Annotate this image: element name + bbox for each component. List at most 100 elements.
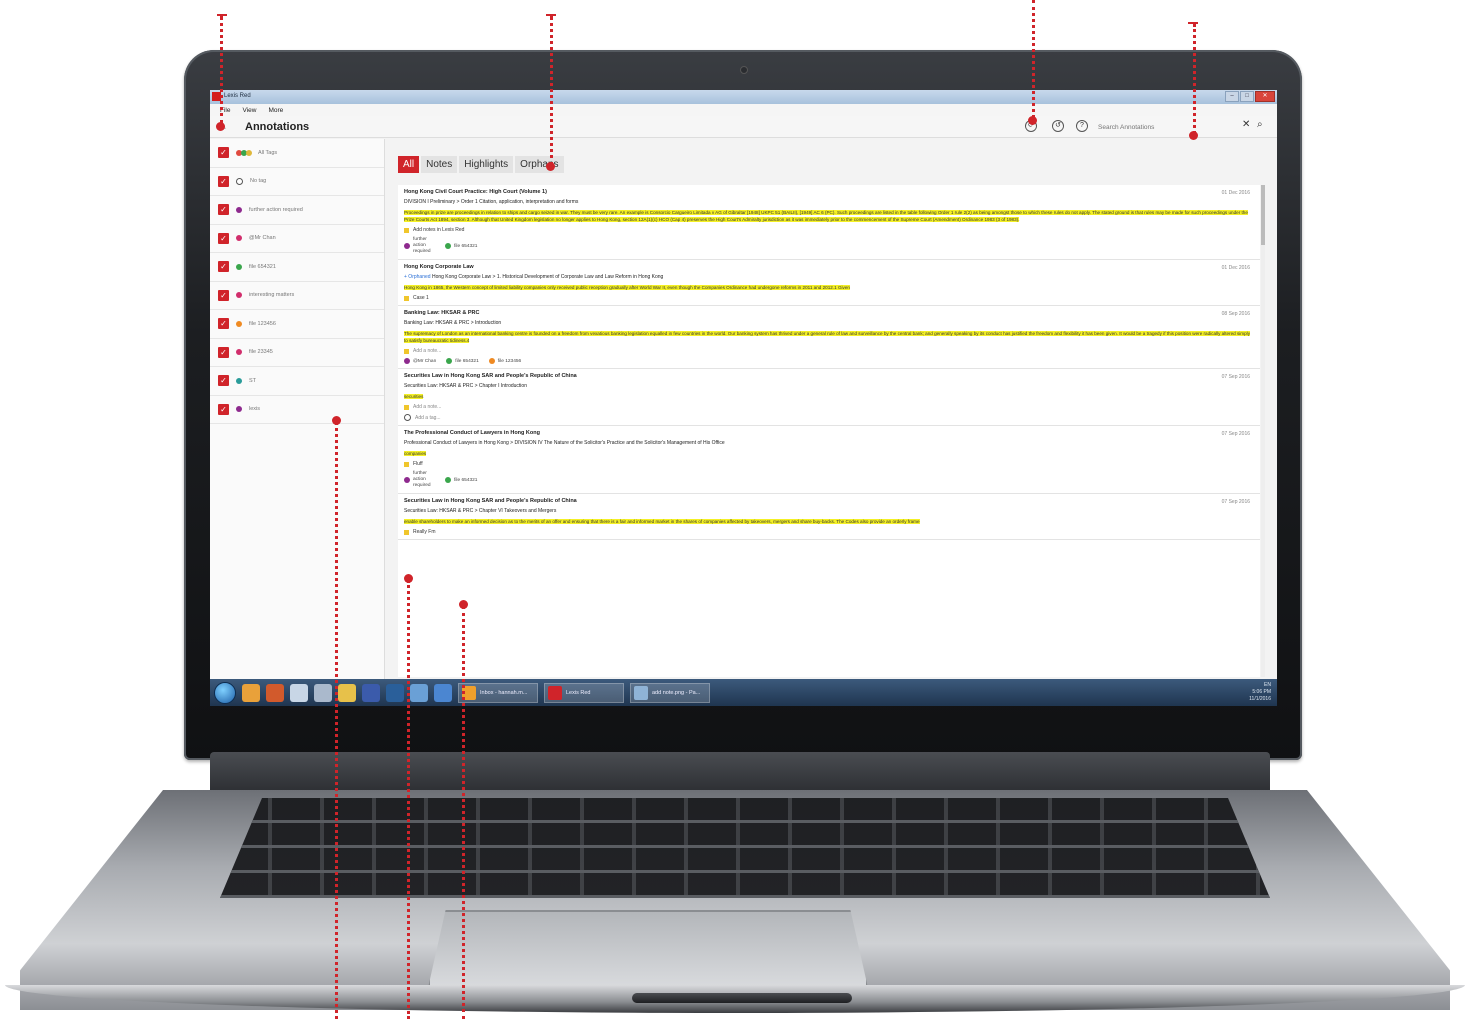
minimize-button[interactable]: –: [1225, 91, 1239, 102]
checkbox-checked[interactable]: ✓: [218, 204, 229, 216]
add-tag-row[interactable]: Add a tag...: [404, 414, 1254, 421]
tag-chip[interactable]: file 654321: [445, 477, 477, 483]
annotation-card[interactable]: Hong Kong Civil Court Practice: High Cou…: [398, 185, 1260, 260]
note-row[interactable]: Add a note...: [404, 404, 1254, 410]
highlight-text[interactable]: The supremacy of London as an internatio…: [404, 331, 1250, 343]
book-title[interactable]: The Professional Conduct of Lawyers in H…: [404, 430, 1254, 436]
checkbox-checked[interactable]: ✓: [218, 403, 229, 415]
media-player-icon[interactable]: [242, 683, 260, 702]
highlight-text[interactable]: Hong Kong in 1865, the Western concept o…: [404, 285, 850, 290]
snipping-tool-icon[interactable]: [290, 683, 308, 702]
tab-orphans[interactable]: Orphans: [515, 156, 564, 173]
note-row[interactable]: Fluff: [404, 461, 1254, 467]
menu-view[interactable]: View: [242, 107, 256, 114]
close-button[interactable]: ✕: [1255, 91, 1275, 102]
highlight-text[interactable]: companies: [404, 451, 427, 456]
taskbar-task-outlook[interactable]: Inbox - hannah.m...: [458, 682, 538, 703]
tag-chip[interactable]: further action required: [404, 471, 435, 489]
clear-icon[interactable]: ✕: [1242, 119, 1250, 130]
annotation-card[interactable]: Securities Law in Hong Kong SAR and Peop…: [398, 369, 1260, 426]
search-input[interactable]: [1098, 121, 1238, 133]
tag-filter-all[interactable]: ✓ All Tags: [210, 139, 384, 168]
search-icon[interactable]: ⌕: [1257, 119, 1263, 130]
note-text[interactable]: Fluff: [413, 461, 423, 467]
note-text[interactable]: Really Fm: [413, 529, 436, 535]
document-icon[interactable]: [314, 683, 332, 702]
list-scrollbar[interactable]: [1261, 185, 1265, 677]
tray-language[interactable]: EN: [1249, 682, 1271, 689]
tab-all[interactable]: All: [398, 156, 420, 173]
tab-highlights[interactable]: Highlights: [459, 156, 514, 173]
tray-time: 5:06 PM: [1252, 689, 1271, 695]
network-icon[interactable]: [410, 683, 428, 702]
note-row[interactable]: Add notes in Lexis Red: [404, 227, 1254, 233]
section-path[interactable]: Securities Law: HKSAR & PRC > Chapter I …: [404, 383, 1254, 389]
annotation-date: 07 Sep 2016: [1221, 431, 1250, 437]
section-path[interactable]: DIVISION I Preliminary > Order 1 Citatio…: [404, 199, 1254, 205]
annotation-card[interactable]: Securities Law in Hong Kong SAR and Peop…: [398, 494, 1260, 540]
tab-notes[interactable]: Notes: [421, 156, 458, 173]
book-title[interactable]: Securities Law in Hong Kong SAR and Peop…: [404, 498, 1254, 504]
annotation-card[interactable]: Banking Law: HKSAR & PRC 08 Sep 2016 Ban…: [398, 306, 1260, 369]
note-text[interactable]: Add notes in Lexis Red: [413, 227, 464, 233]
highlight-text[interactable]: Proceedings in prize are proceedings in …: [404, 210, 1248, 222]
tag-chip[interactable]: file 654321: [445, 243, 477, 249]
powerpoint-icon[interactable]: [266, 683, 284, 702]
note-row[interactable]: Case 1: [404, 295, 1254, 301]
history-icon[interactable]: ↺: [1052, 120, 1064, 132]
tag-filter-interesting-matters[interactable]: ✓ interesting matters: [210, 282, 384, 310]
tag-chip[interactable]: file 123456: [488, 358, 521, 364]
taskbar-task-lexis[interactable]: Lexis Red: [544, 682, 624, 703]
note-row[interactable]: Really Fm: [404, 529, 1254, 535]
add-note-placeholder[interactable]: Add a note...: [413, 404, 441, 410]
section-path[interactable]: Banking Law: HKSAR & PRC > Introduction: [404, 320, 1254, 326]
book-title[interactable]: Securities Law in Hong Kong SAR and Peop…: [404, 373, 1254, 379]
callout-line-tabs: [550, 16, 553, 166]
tag-filter-file-123456[interactable]: ✓ file 123456: [210, 310, 384, 339]
checkbox-checked[interactable]: ✓: [218, 346, 229, 358]
tag-filter-file-654321[interactable]: ✓ file 654321: [210, 253, 384, 282]
onenote-icon[interactable]: [386, 683, 404, 702]
checkbox-checked[interactable]: ✓: [218, 375, 229, 387]
tag-filter-st[interactable]: ✓ ST: [210, 367, 384, 396]
checkbox-checked[interactable]: ✓: [218, 175, 229, 187]
highlight-text[interactable]: enable shareholders to make an informed …: [404, 519, 920, 524]
checkbox-checked[interactable]: ✓: [218, 232, 229, 244]
lync-icon[interactable]: [434, 683, 452, 702]
checkbox-checked[interactable]: ✓: [218, 289, 229, 301]
section-path[interactable]: Securities Law: HKSAR & PRC > Chapter VI…: [404, 508, 1254, 514]
tag-filter-file-23345[interactable]: ✓ file 23345: [210, 339, 384, 367]
system-tray[interactable]: EN 5:06 PM 11/1/2016: [1249, 682, 1271, 703]
taskbar-task-paint[interactable]: add note.png - Pa...: [630, 682, 710, 703]
note-text[interactable]: Case 1: [413, 295, 429, 301]
maximize-button[interactable]: □: [1240, 91, 1254, 102]
tag-chip[interactable]: @Mr Chan: [404, 358, 436, 364]
checkbox-checked[interactable]: ✓: [218, 261, 229, 273]
tag-filter-lexis[interactable]: ✓ lexis: [210, 396, 384, 424]
checkbox-checked[interactable]: ✓: [218, 147, 229, 159]
scrollbar-thumb[interactable]: [1261, 185, 1265, 245]
add-note-placeholder[interactable]: Add a note...: [413, 348, 441, 354]
book-title[interactable]: Hong Kong Civil Court Practice: High Cou…: [404, 189, 1254, 195]
section-path[interactable]: Professional Conduct of Lawyers in Hong …: [404, 440, 1254, 446]
add-tag-placeholder[interactable]: Add a tag...: [415, 415, 441, 421]
note-row[interactable]: Add a note...: [404, 348, 1254, 354]
highlight-text[interactable]: securities: [404, 394, 424, 399]
help-icon[interactable]: ?: [1076, 120, 1088, 132]
tag-filter-no-tag[interactable]: ✓ No tag: [210, 168, 384, 196]
folder-icon[interactable]: [338, 683, 356, 702]
callout-line-tag: [462, 606, 465, 1019]
tag-filter-mr-chan[interactable]: ✓ @Mr Chan: [210, 225, 384, 253]
start-button[interactable]: [214, 681, 236, 704]
tag-chip[interactable]: file 654321: [446, 358, 479, 364]
book-title[interactable]: Banking Law: HKSAR & PRC: [404, 310, 1254, 316]
annotation-card[interactable]: Hong Kong Corporate Law 01 Dec 2016 + Or…: [398, 260, 1260, 306]
annotation-card[interactable]: The Professional Conduct of Lawyers in H…: [398, 426, 1260, 494]
checkbox-checked[interactable]: ✓: [218, 318, 229, 330]
word-icon[interactable]: [362, 683, 380, 702]
tag-chip[interactable]: further action required: [404, 237, 435, 255]
section-path[interactable]: + Orphaned Hong Kong Corporate Law > 1. …: [404, 274, 1254, 280]
tag-filter-further-action[interactable]: ✓ further action required: [210, 196, 384, 225]
book-title[interactable]: Hong Kong Corporate Law: [404, 264, 1254, 270]
menu-more[interactable]: More: [268, 107, 283, 114]
